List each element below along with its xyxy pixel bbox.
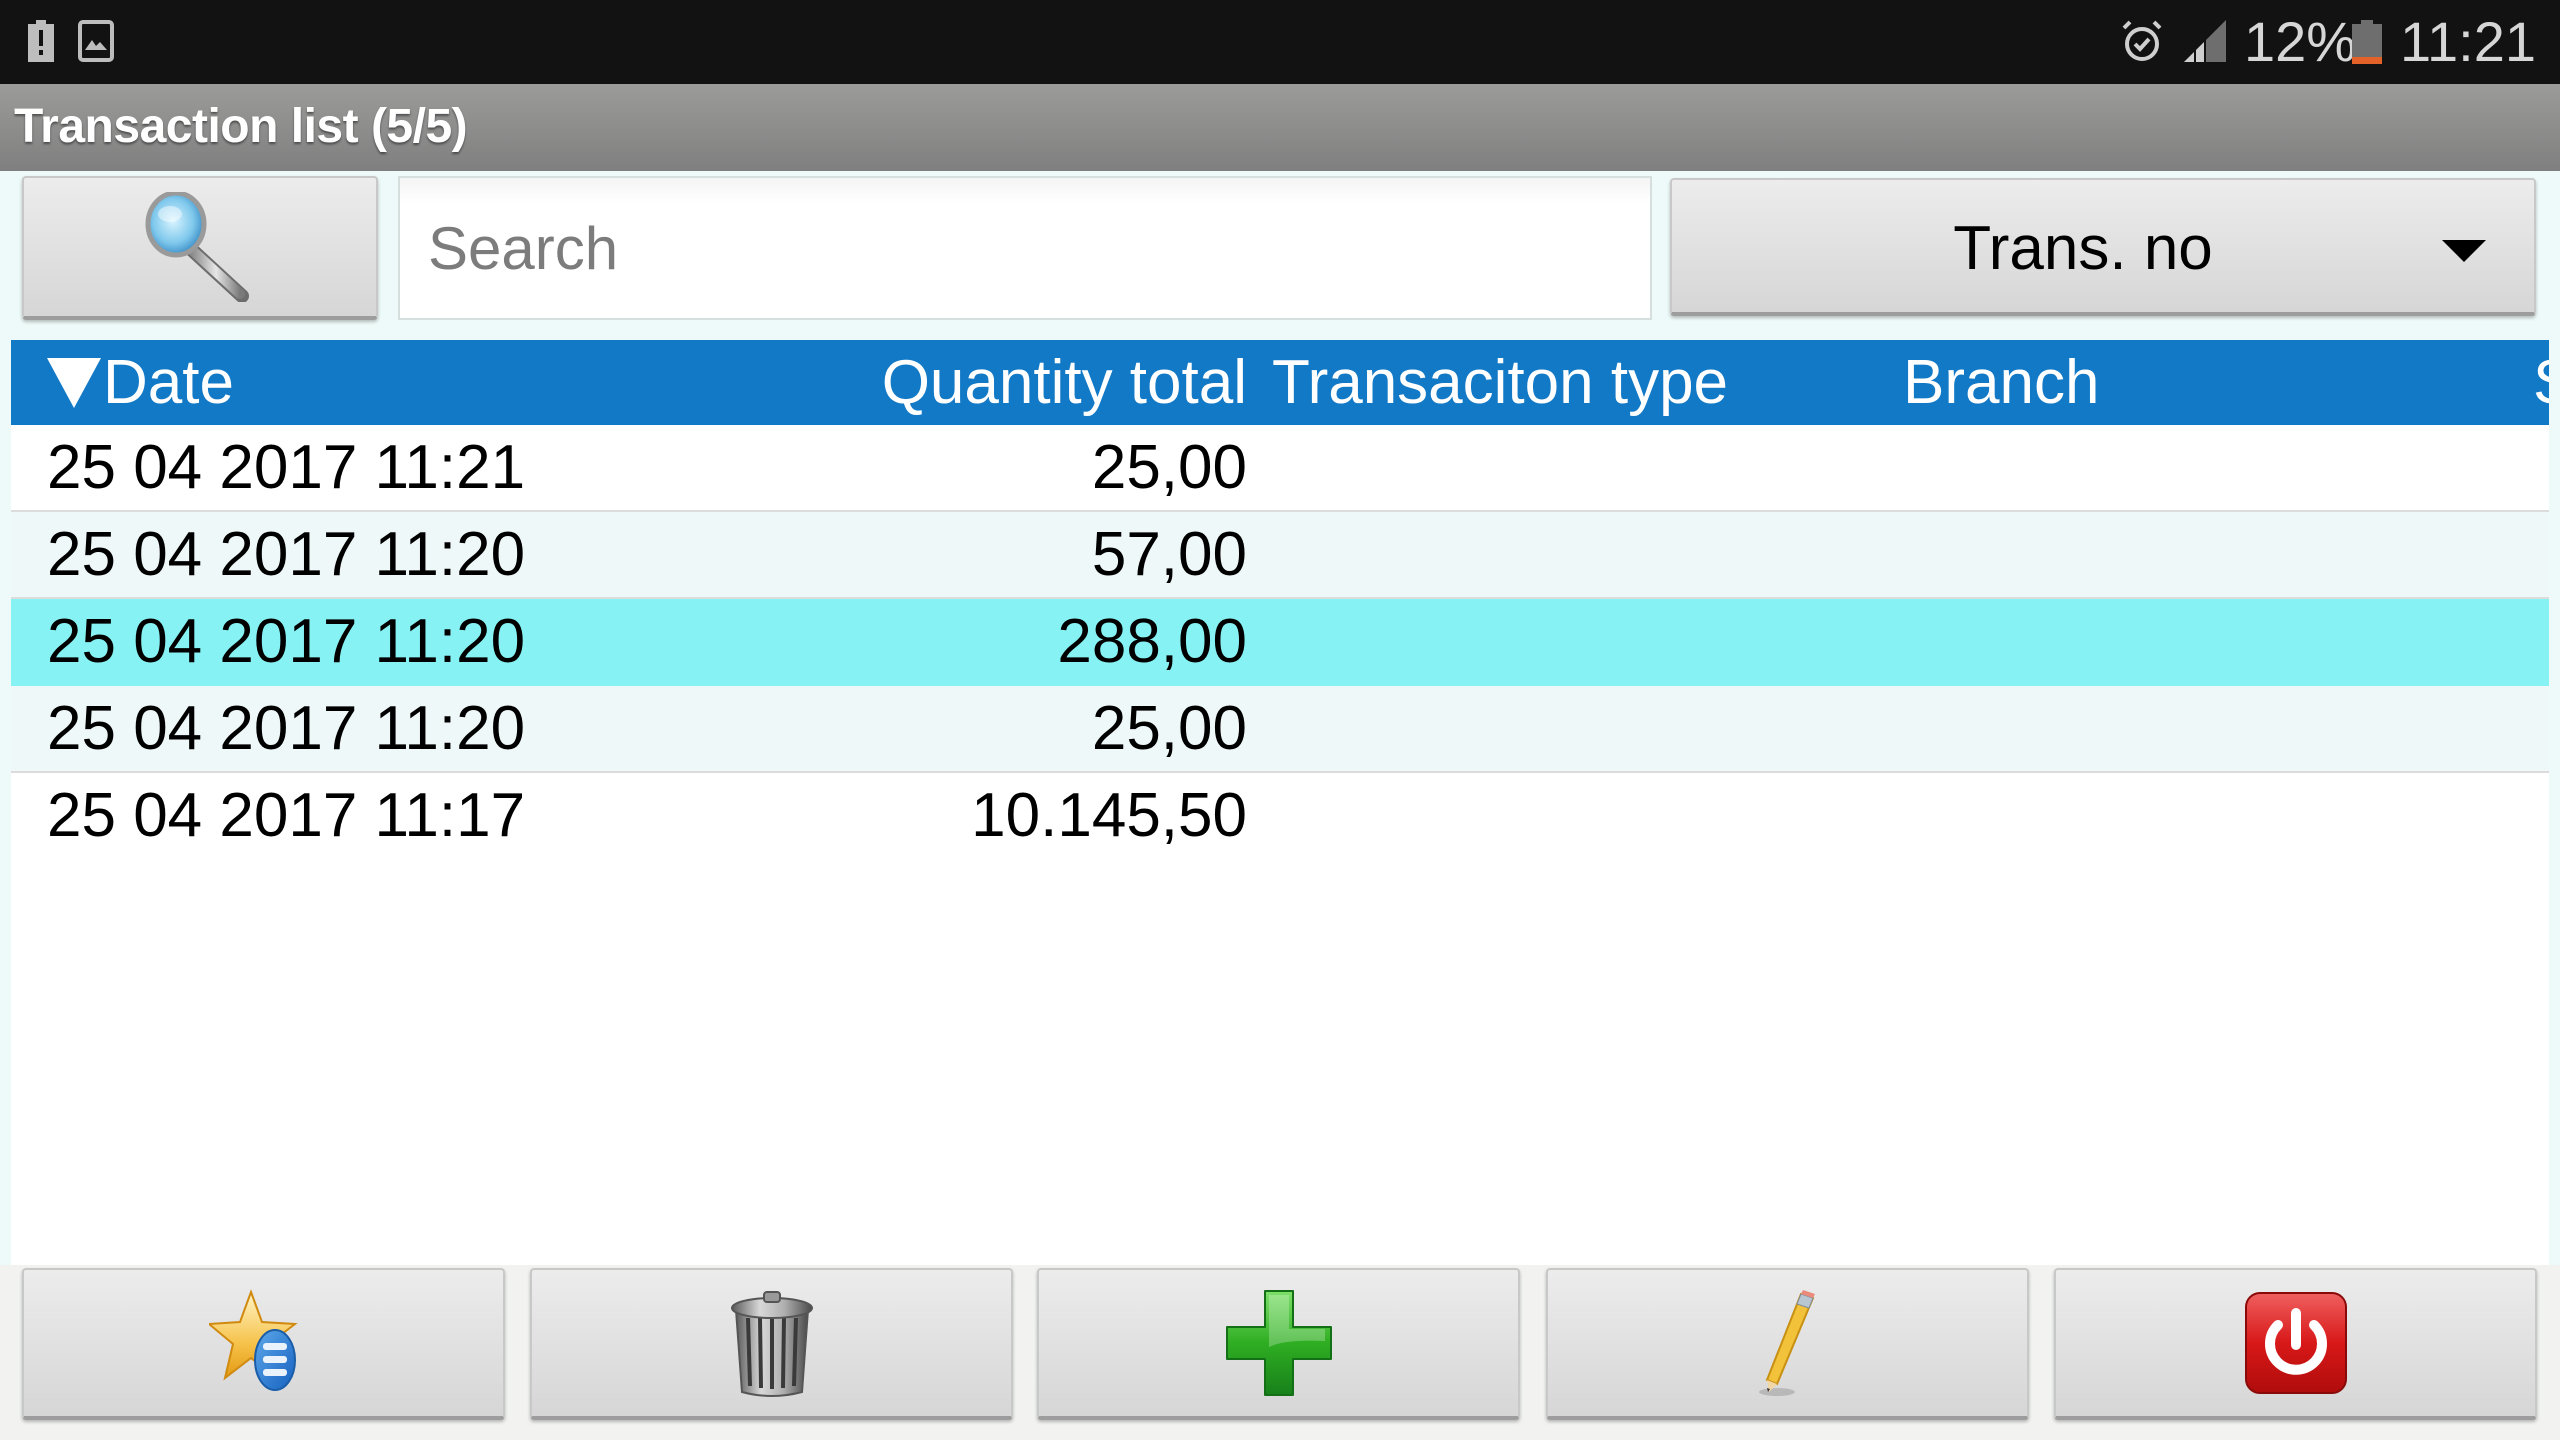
star-list-icon	[208, 1289, 298, 1391]
page-title: Transaction list (5/5)	[14, 100, 468, 153]
exit-button[interactable]	[2054, 1268, 2537, 1420]
delete-button[interactable]	[530, 1268, 1013, 1420]
search-input[interactable]	[398, 176, 1652, 320]
sort-descending-icon	[47, 357, 101, 408]
table-row[interactable]: 25 04 2017 11:17 10.145,50	[11, 773, 2549, 860]
cell-date: 25 04 2017 11:20	[47, 694, 526, 763]
column-header-transaction-type[interactable]: Transaciton type	[1272, 340, 1728, 425]
magnifier-icon	[145, 192, 249, 302]
column-header-date[interactable]: Date	[47, 340, 234, 425]
battery-percent: 12%	[2244, 10, 2357, 73]
cell-quantity-total: 57,00	[1091, 520, 1247, 589]
battery-alert-icon	[28, 20, 54, 62]
column-header-branch[interactable]: Branch	[1903, 340, 2099, 425]
add-button[interactable]	[1037, 1268, 1520, 1420]
transaction-table: Date Quantity total Transaciton type Bra…	[11, 340, 2549, 1265]
image-icon	[78, 20, 114, 62]
clock: 11:21	[2400, 10, 2536, 73]
table-row[interactable]: 25 04 2017 11:21 25,00	[11, 425, 2549, 512]
table-header: Date Quantity total Transaciton type Bra…	[11, 340, 2549, 425]
search-button[interactable]	[22, 176, 378, 320]
cell-quantity-total: 10.145,50	[971, 781, 1247, 850]
cell-quantity-total: 25,00	[1091, 433, 1247, 502]
cell-date: 25 04 2017 11:21	[47, 433, 526, 502]
pencil-icon	[1758, 1290, 1815, 1396]
column-header-partial[interactable]: S	[2533, 340, 2549, 425]
edit-button[interactable]	[1546, 1268, 2029, 1420]
power-icon	[2244, 1292, 2347, 1394]
signal-icon	[2184, 20, 2226, 62]
alarm-icon	[2122, 20, 2162, 61]
plus-icon	[1225, 1290, 1332, 1396]
favorites-list-button[interactable]	[22, 1268, 505, 1420]
battery-low-icon	[2352, 20, 2382, 64]
status-bar: 12% 11:21	[0, 0, 2560, 84]
title-bar: Transaction list (5/5)	[0, 84, 2560, 171]
cell-date: 25 04 2017 11:17	[47, 781, 526, 850]
sort-field-selected: Trans. no	[1953, 214, 2213, 283]
cell-quantity-total: 288,00	[1057, 607, 1247, 676]
column-header-quantity-total[interactable]: Quantity total	[882, 340, 1247, 425]
chevron-down-icon	[2442, 240, 2486, 262]
sort-field-dropdown[interactable]: Trans. no	[1670, 178, 2536, 316]
cell-date: 25 04 2017 11:20	[47, 520, 526, 589]
cell-date: 25 04 2017 11:20	[47, 607, 526, 676]
table-row[interactable]: 25 04 2017 11:20 57,00	[11, 512, 2549, 599]
table-row-selected[interactable]: 25 04 2017 11:20 288,00	[11, 599, 2549, 686]
cell-quantity-total: 25,00	[1091, 694, 1247, 763]
table-row[interactable]: 25 04 2017 11:20 25,00	[11, 686, 2549, 773]
trash-icon	[730, 1291, 813, 1397]
